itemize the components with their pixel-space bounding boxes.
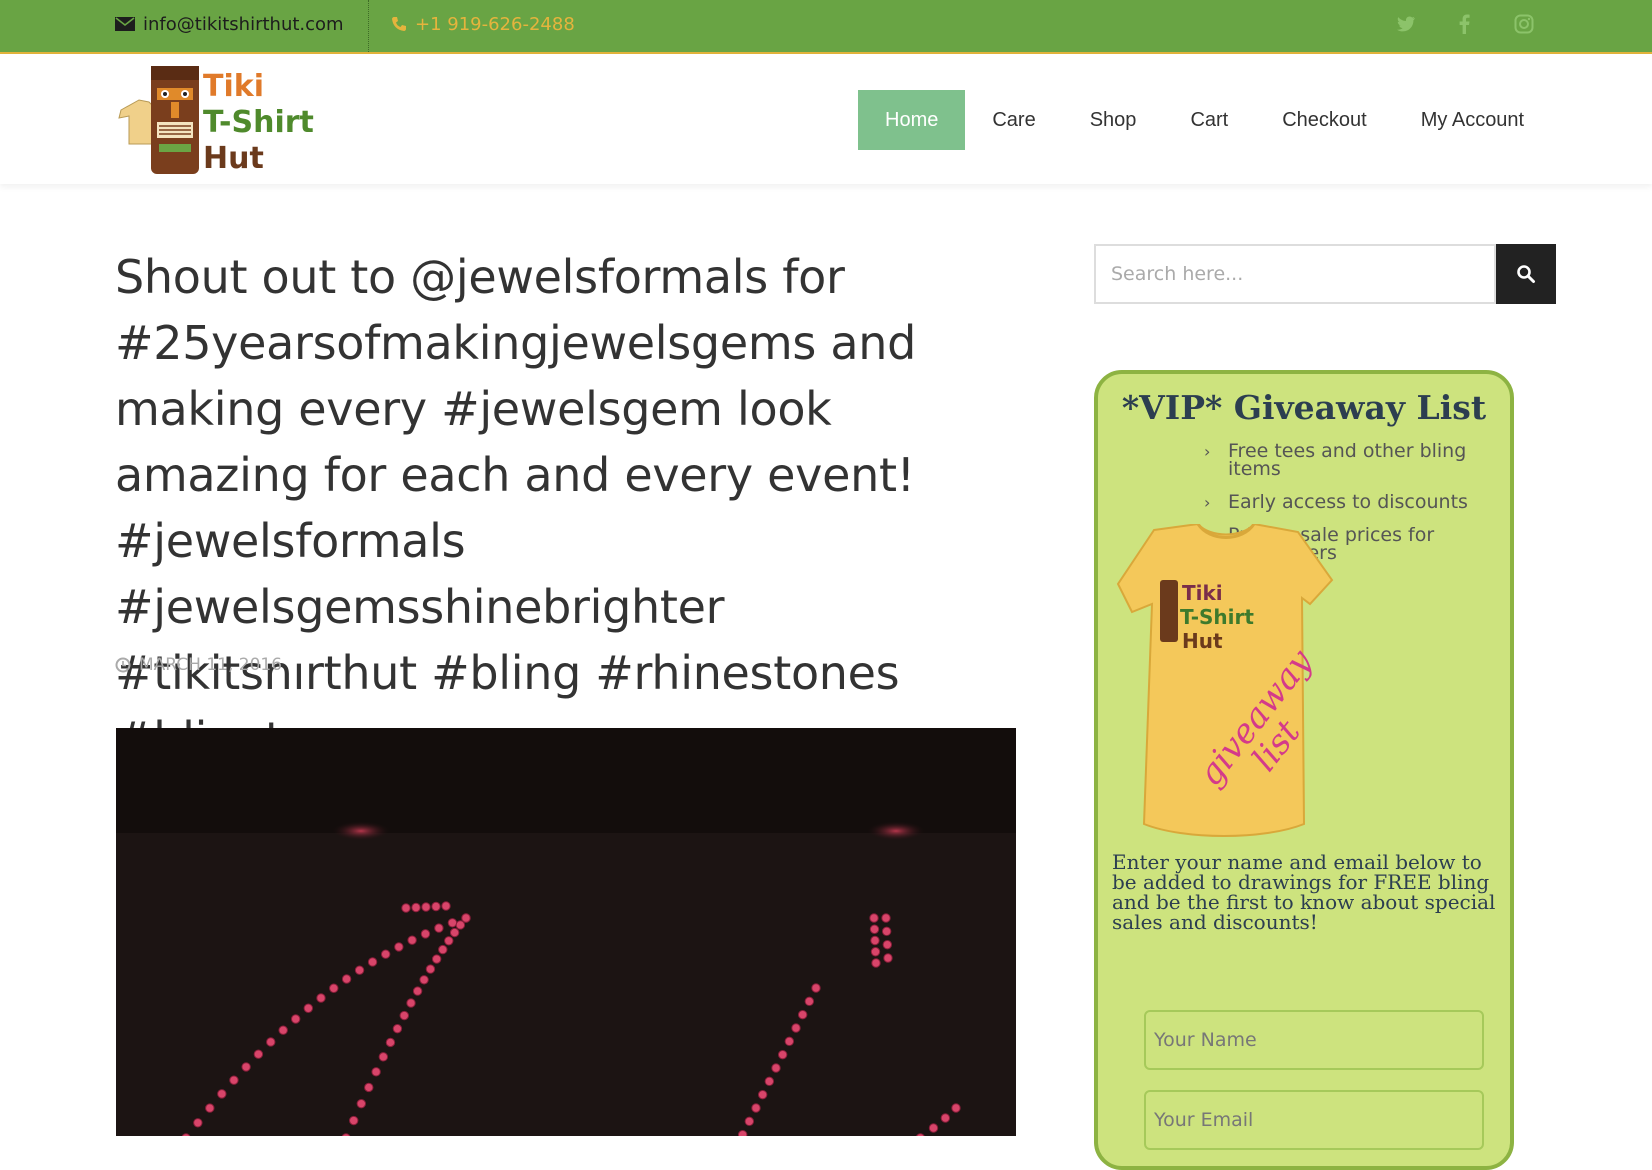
main-nav: Home Care Shop Cart Checkout My Account: [858, 90, 1551, 150]
nav-my-account[interactable]: My Account: [1394, 90, 1551, 150]
email-field[interactable]: [1144, 1090, 1484, 1150]
chevron-right-icon: ›: [1204, 493, 1211, 512]
svg-text:T-Shirt: T-Shirt: [1180, 605, 1254, 629]
email-text: info@tikitshirthut.com: [143, 13, 344, 35]
instagram-icon[interactable]: [1512, 12, 1536, 36]
post-date-text: MARCH 11, 2016: [139, 655, 283, 675]
nav-shop[interactable]: Shop: [1063, 90, 1164, 150]
phone-text: +1 919-626-2488: [415, 13, 575, 35]
site-header: Tiki T-Shirt Hut Home Care Shop Cart Che…: [0, 54, 1652, 184]
post-title: Shout out to @jewelsformals for #25years…: [115, 250, 916, 766]
svg-text:Hut: Hut: [1182, 629, 1223, 653]
nav-home[interactable]: Home: [858, 90, 966, 150]
phone-link[interactable]: +1 919-626-2488: [391, 12, 575, 36]
svg-text:Tiki: Tiki: [1182, 581, 1223, 605]
list-item: › Free tees and other bling items: [1204, 440, 1467, 480]
list-item: › Early access to discounts: [1204, 491, 1468, 513]
vip-giveaway-widget: *VIP* Giveaway List › Free tees and other…: [1094, 370, 1514, 1170]
logo-line3: Hut: [203, 141, 264, 176]
search-icon: [1517, 265, 1535, 283]
twitter-icon[interactable]: [1394, 12, 1418, 36]
site-logo[interactable]: Tiki T-Shirt Hut: [115, 58, 345, 180]
envelope-icon: [115, 17, 135, 31]
nav-care[interactable]: Care: [965, 90, 1062, 150]
name-field[interactable]: [1144, 1010, 1484, 1070]
search-button[interactable]: [1496, 244, 1556, 304]
topbar-divider: [368, 0, 369, 52]
vip-description: Enter your name and email below to be ad…: [1112, 850, 1496, 934]
nav-checkout[interactable]: Checkout: [1255, 90, 1394, 150]
post-date: MARCH 11, 2016: [115, 655, 282, 675]
clock-icon: [115, 657, 131, 673]
search-input[interactable]: [1094, 244, 1496, 304]
logo-line1: Tiki: [203, 69, 264, 104]
chevron-right-icon: ›: [1204, 442, 1211, 461]
email-link[interactable]: info@tikitshirthut.com: [115, 12, 344, 36]
giveaway-tshirt-image: Tiki T-Shirt Hut giveaway list: [1116, 524, 1334, 837]
logo-line2: T-Shirt: [203, 105, 314, 140]
facebook-icon[interactable]: [1452, 12, 1476, 36]
top-bar: info@tikitshirthut.com +1 919-626-2488: [0, 0, 1652, 54]
search-widget: [1094, 244, 1556, 304]
vip-title: *VIP* Giveaway List: [1121, 388, 1487, 427]
nav-cart[interactable]: Cart: [1163, 90, 1255, 150]
phone-icon: [392, 17, 406, 31]
post-image[interactable]: [116, 728, 1016, 1136]
